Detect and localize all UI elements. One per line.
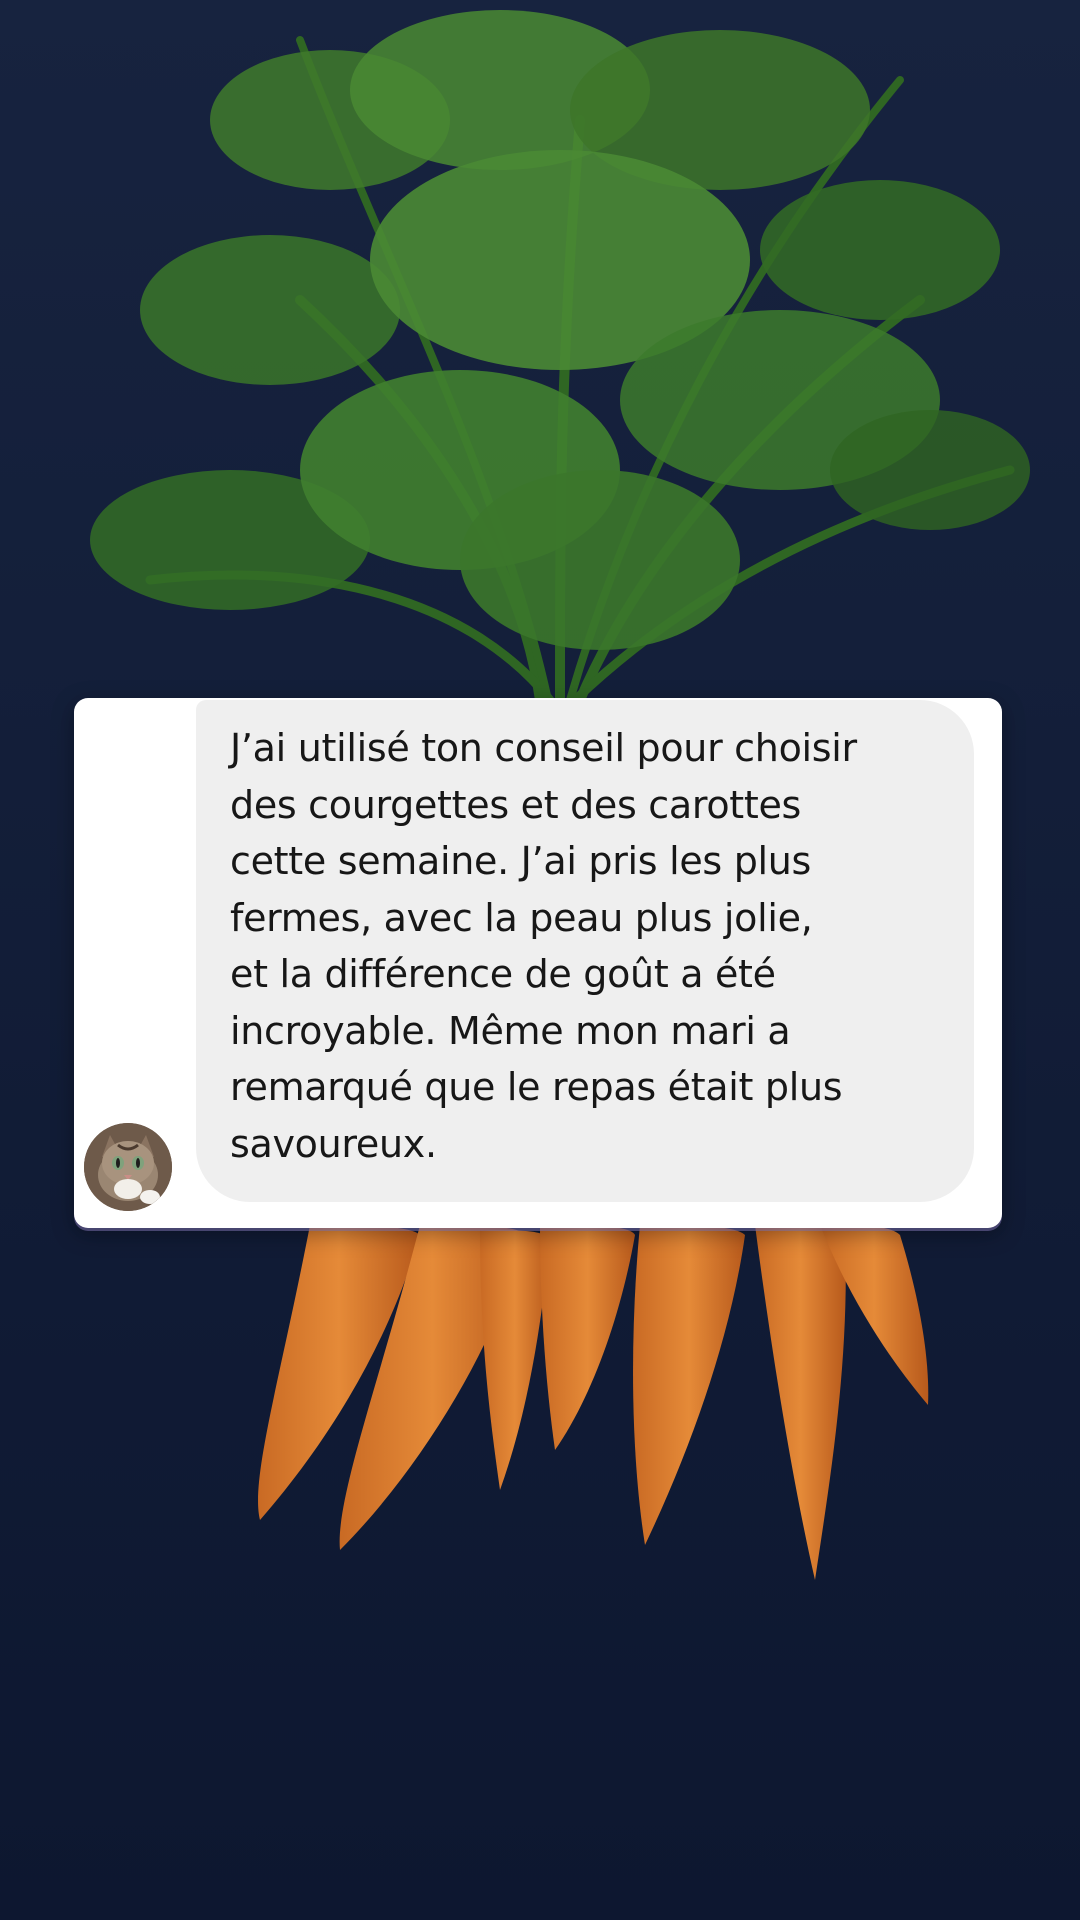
message-card: J’ai utilisé ton conseil pour choisir de… <box>74 698 1002 1228</box>
message-text: J’ai utilisé ton conseil pour choisir de… <box>230 726 857 1166</box>
cat-avatar-icon[interactable] <box>84 1123 172 1211</box>
message-bubble[interactable]: J’ai utilisé ton conseil pour choisir de… <box>196 700 974 1202</box>
